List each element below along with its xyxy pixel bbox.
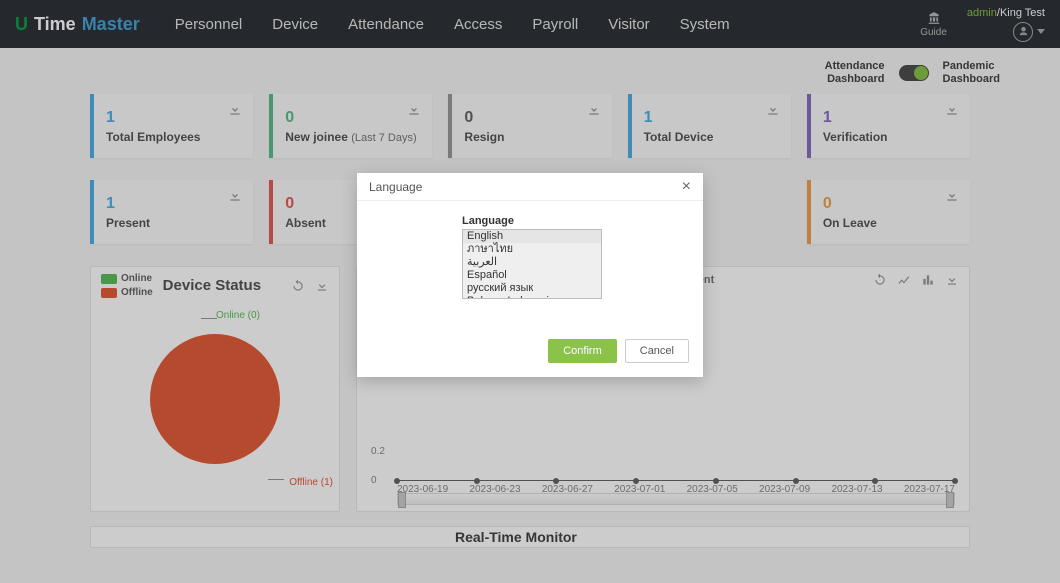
modal-header: Language ×	[357, 173, 703, 201]
language-option[interactable]: ภาษาไทย	[463, 243, 601, 256]
language-option[interactable]: العربية	[463, 256, 601, 269]
cancel-button[interactable]: Cancel	[625, 339, 689, 363]
close-icon[interactable]: ×	[682, 179, 691, 195]
language-option[interactable]: Bahasa Indonesia	[463, 295, 601, 299]
confirm-button[interactable]: Confirm	[548, 339, 617, 363]
language-select[interactable]: EnglishภาษาไทยالعربيةEspañolрусский язык…	[462, 229, 602, 299]
language-option[interactable]: English	[463, 230, 601, 243]
language-option[interactable]: русский язык	[463, 282, 601, 295]
language-field-label: Language	[462, 215, 683, 227]
language-modal: Language × Language Englishภาษาไทยالعربي…	[357, 173, 703, 377]
modal-title: Language	[369, 180, 422, 194]
language-option[interactable]: Español	[463, 269, 601, 282]
